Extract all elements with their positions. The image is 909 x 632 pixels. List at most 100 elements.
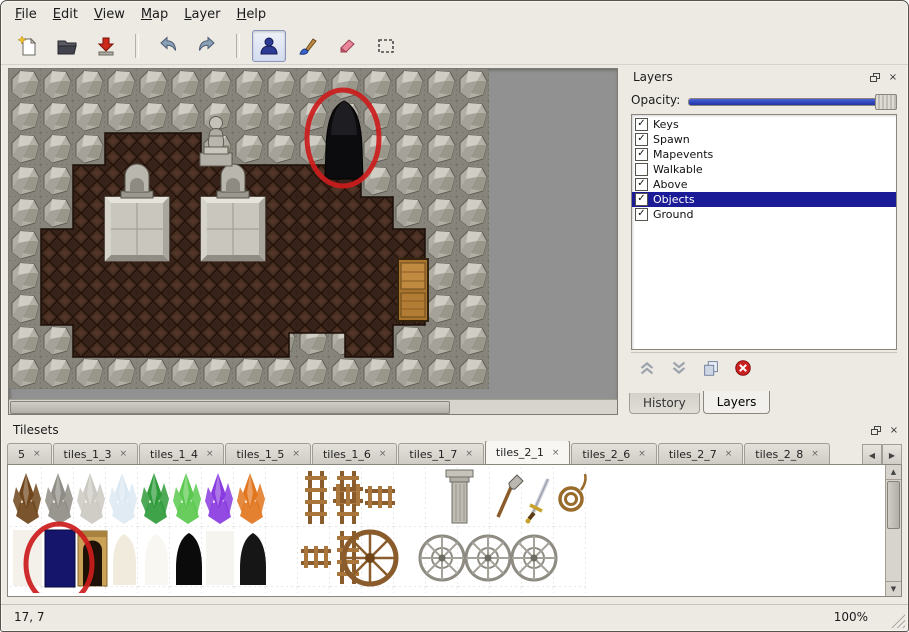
tileset-vscroll-thumb[interactable] bbox=[887, 481, 900, 529]
tileset-tab-tiles_1_7[interactable]: tiles_1_7 × bbox=[398, 443, 483, 464]
menu-file[interactable]: File bbox=[7, 4, 45, 25]
dock-close-button[interactable]: × bbox=[886, 70, 900, 84]
tab-close-icon[interactable]: × bbox=[119, 449, 127, 459]
layer-row-keys[interactable]: ✓ Keys bbox=[632, 117, 896, 132]
tileset-vertical-scrollbar[interactable]: ▲ ▼ bbox=[885, 465, 901, 596]
tileset-tab-tiles_1_4[interactable]: tiles_1_4 × bbox=[139, 443, 224, 464]
layer-label: Above bbox=[653, 178, 688, 191]
layer-row-mapevents[interactable]: ✓ Mapevents bbox=[632, 147, 896, 162]
layer-visibility-checkbox[interactable]: ✓ bbox=[635, 148, 648, 161]
tileset-tab-label: tiles_1_3 bbox=[64, 448, 112, 461]
tab-close-icon[interactable]: × bbox=[725, 449, 733, 459]
tab-close-icon[interactable]: × bbox=[552, 448, 560, 458]
dock-float-button[interactable] bbox=[869, 423, 883, 437]
layer-visibility-checkbox[interactable]: ✓ bbox=[635, 178, 648, 191]
layer-visibility-checkbox[interactable] bbox=[635, 163, 648, 176]
scroll-down-arrow[interactable]: ▼ bbox=[886, 581, 901, 596]
tab-scroll-right-button[interactable]: ▶ bbox=[882, 444, 902, 466]
tileset-tab-tiles_2_8[interactable]: tiles_2_8 × bbox=[744, 443, 829, 464]
dock-tab-history[interactable]: History bbox=[629, 393, 700, 414]
person-icon bbox=[258, 35, 280, 57]
undo-button[interactable] bbox=[151, 30, 185, 62]
tilesets-panel-title: Tilesets bbox=[13, 423, 59, 437]
selection-marquee-icon bbox=[375, 35, 397, 57]
map-canvas[interactable] bbox=[9, 69, 489, 389]
layer-visibility-checkbox[interactable]: ✓ bbox=[635, 118, 648, 131]
duplicate-layer-button[interactable] bbox=[699, 356, 723, 380]
tab-scroll-left-button[interactable]: ◀ bbox=[862, 444, 882, 466]
layer-row-above[interactable]: ✓ Above bbox=[632, 177, 896, 192]
layers-panel: Layers × Opacity: ✓ bbox=[625, 68, 903, 415]
select-tool-button[interactable] bbox=[369, 30, 403, 62]
move-layer-down-button[interactable] bbox=[667, 356, 691, 380]
brush-tool-button[interactable] bbox=[291, 30, 325, 62]
layers-panel-title: Layers bbox=[633, 70, 673, 84]
dock-tab-layers[interactable]: Layers bbox=[703, 391, 771, 414]
open-file-button[interactable] bbox=[50, 30, 84, 62]
tileset-tab-tiles_1_6[interactable]: tiles_1_6 × bbox=[312, 443, 397, 464]
map-view[interactable] bbox=[8, 68, 618, 415]
eraser-tool-button[interactable] bbox=[330, 30, 364, 62]
tileset-tab-bar: 5 × tiles_1_3 × tiles_1_4 × tiles_1_5 × … bbox=[7, 441, 864, 464]
tileset-tab-tiles_1_5[interactable]: tiles_1_5 × bbox=[225, 443, 310, 464]
redo-button[interactable] bbox=[190, 30, 224, 62]
layers-panel-titlebar: Layers × bbox=[625, 68, 903, 86]
tileset-canvas[interactable] bbox=[10, 467, 874, 593]
tileset-tab-5[interactable]: 5 × bbox=[7, 443, 52, 464]
save-icon bbox=[95, 35, 117, 57]
layer-row-spawn[interactable]: ✓ Spawn bbox=[632, 132, 896, 147]
tileset-tab-tiles_2_7[interactable]: tiles_2_7 × bbox=[658, 443, 743, 464]
tileset-tab-label: tiles_1_5 bbox=[236, 448, 284, 461]
wooden-crate bbox=[398, 259, 428, 321]
tilesets-panel: Tilesets × 5 × tiles_1_3 × bbox=[5, 421, 904, 599]
pale-tile bbox=[206, 531, 234, 585]
tileset-tab-label: tiles_2_7 bbox=[669, 448, 717, 461]
tileset-tab-tiles_2_1[interactable]: tiles_2_1 × bbox=[485, 441, 570, 464]
tab-close-icon[interactable]: × bbox=[465, 449, 473, 459]
layer-visibility-checkbox[interactable]: ✓ bbox=[635, 193, 648, 206]
menu-view[interactable]: View bbox=[86, 4, 133, 25]
map-hscroll-thumb[interactable] bbox=[10, 401, 450, 414]
resize-grip[interactable] bbox=[891, 614, 905, 628]
wagon-wheel-tile bbox=[344, 532, 396, 584]
dock-tab-bar: History Layers bbox=[629, 391, 773, 414]
cursor-coordinates: 17, 7 bbox=[14, 610, 45, 624]
tileset-tab-label: tiles_2_8 bbox=[755, 448, 803, 461]
menu-map[interactable]: Map bbox=[133, 4, 176, 25]
menu-layer[interactable]: Layer bbox=[176, 4, 228, 25]
new-file-button[interactable] bbox=[11, 30, 45, 62]
layer-visibility-checkbox[interactable]: ✓ bbox=[635, 208, 648, 221]
dock-float-button[interactable] bbox=[868, 70, 882, 84]
menu-bar: File Edit View Map Layer Help bbox=[1, 1, 908, 27]
menu-edit[interactable]: Edit bbox=[45, 4, 86, 25]
entity-tool-button[interactable] bbox=[252, 30, 286, 62]
scroll-up-arrow[interactable]: ▲ bbox=[886, 465, 901, 480]
opacity-slider[interactable] bbox=[688, 92, 897, 109]
tileset-content: ▲ ▼ bbox=[7, 464, 902, 597]
tab-close-icon[interactable]: × bbox=[33, 449, 41, 459]
save-file-button[interactable] bbox=[89, 30, 123, 62]
layer-row-objects[interactable]: ✓ Objects bbox=[632, 192, 896, 207]
opacity-slider-handle[interactable] bbox=[875, 94, 897, 110]
brush-icon bbox=[297, 35, 319, 57]
delete-layer-button[interactable] bbox=[731, 356, 755, 380]
opacity-slider-groove bbox=[688, 98, 897, 106]
dock-close-button[interactable]: × bbox=[887, 423, 901, 437]
selected-tile[interactable] bbox=[45, 530, 75, 587]
layer-row-walkable[interactable]: Walkable bbox=[632, 162, 896, 177]
tab-close-icon[interactable]: × bbox=[379, 449, 387, 459]
duplicate-icon bbox=[701, 358, 721, 378]
tileset-tab-tiles_1_3[interactable]: tiles_1_3 × bbox=[53, 443, 138, 464]
tileset-tab-label: tiles_2_1 bbox=[496, 446, 544, 459]
tab-close-icon[interactable]: × bbox=[292, 449, 300, 459]
layer-row-ground[interactable]: ✓ Ground bbox=[632, 207, 896, 222]
tileset-tab-tiles_2_6[interactable]: tiles_2_6 × bbox=[571, 443, 656, 464]
tab-close-icon[interactable]: × bbox=[638, 449, 646, 459]
layer-visibility-checkbox[interactable]: ✓ bbox=[635, 133, 648, 146]
map-horizontal-scrollbar[interactable] bbox=[9, 399, 617, 414]
tab-close-icon[interactable]: × bbox=[811, 449, 819, 459]
tab-close-icon[interactable]: × bbox=[206, 449, 214, 459]
layer-label: Ground bbox=[653, 208, 693, 221]
menu-help[interactable]: Help bbox=[229, 4, 275, 25]
move-layer-up-button[interactable] bbox=[635, 356, 659, 380]
